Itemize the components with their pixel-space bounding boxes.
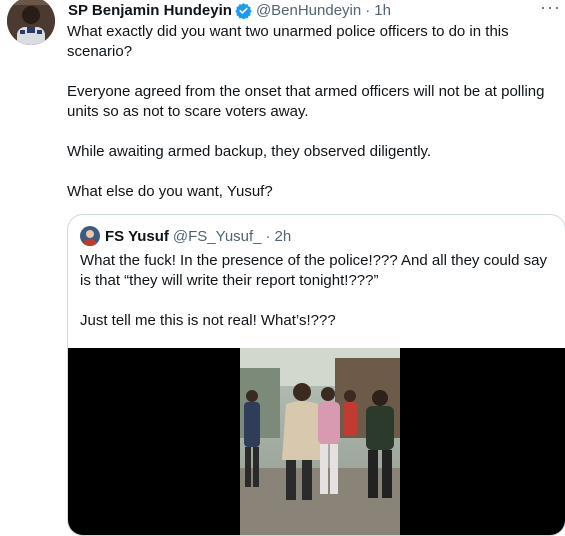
quoted-author-avatar — [80, 226, 100, 246]
quoted-timestamp: 2h — [274, 227, 292, 245]
verified-badge-icon — [235, 2, 252, 19]
quoted-tweet-text: What the fuck! In the presence of the po… — [80, 251, 558, 331]
tweet-header: SP Benjamin Hundeyin @BenHundeyin · 1h — [68, 0, 391, 20]
quoted-author-name: FS Yusuf — [105, 227, 169, 245]
tweet-timestamp[interactable]: 1h — [374, 2, 391, 19]
author-avatar[interactable] — [7, 0, 55, 45]
tweet[interactable]: SP Benjamin Hundeyin @BenHundeyin · 1h ·… — [0, 0, 565, 536]
author-handle[interactable]: @BenHundeyin — [256, 2, 361, 19]
separator-dot: · — [365, 1, 371, 19]
quoted-tweet-header: FS Yusuf @FS_Yusuf_ · 2h — [80, 226, 291, 246]
quoted-paragraph: Just tell me this is not real! What’s!??… — [80, 312, 336, 329]
tweet-paragraph: What exactly did you want two unarmed po… — [67, 23, 513, 60]
video-thumbnail — [240, 348, 400, 535]
tweet-paragraph: Everyone agreed from the onset that arme… — [67, 83, 549, 120]
quoted-paragraph: What the fuck! In the presence of the po… — [80, 252, 552, 289]
quoted-tweet[interactable]: FS Yusuf @FS_Yusuf_ · 2h What the fuck! … — [67, 214, 565, 536]
tweet-paragraph: What else do you want, Yusuf? — [67, 183, 273, 200]
separator-dot: · — [265, 227, 271, 245]
tweet-paragraph: While awaiting armed backup, they observ… — [67, 143, 432, 160]
quoted-author-handle: @FS_Yusuf_ — [172, 227, 262, 245]
video-player[interactable] — [68, 348, 565, 535]
tweet-text: What exactly did you want two unarmed po… — [67, 22, 559, 202]
more-options-icon[interactable]: ··· — [540, 0, 561, 16]
author-name[interactable]: SP Benjamin Hundeyin — [68, 2, 232, 19]
